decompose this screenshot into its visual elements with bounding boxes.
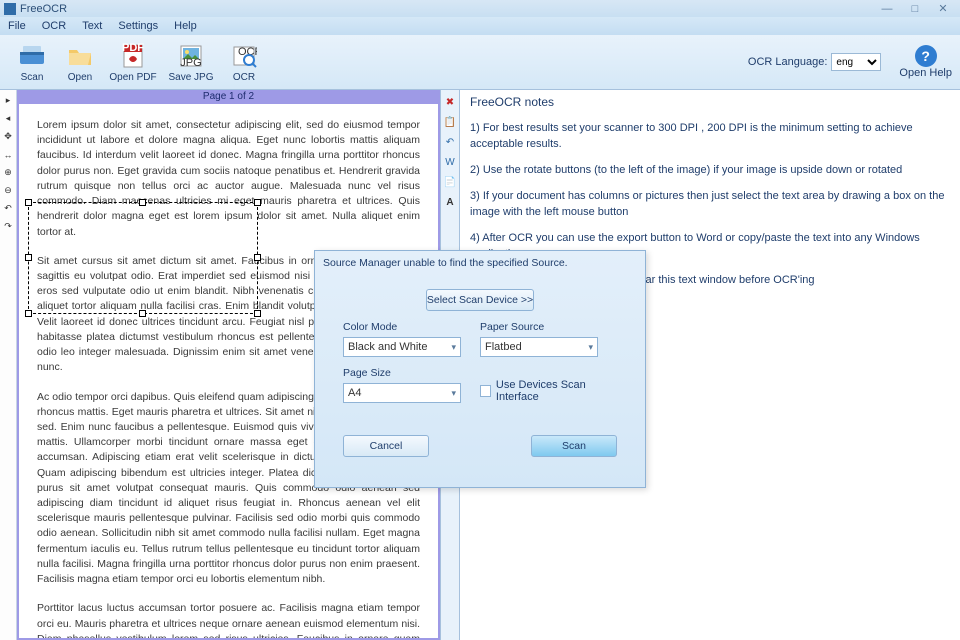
resize-icon[interactable]: ↔: [2, 148, 15, 161]
page-size-label: Page Size: [343, 367, 480, 379]
notes-title: FreeOCR notes: [470, 94, 950, 111]
dialog-error-text: Source Manager unable to find the specif…: [315, 251, 645, 275]
export-word-icon[interactable]: W: [442, 154, 458, 170]
font-icon[interactable]: A: [442, 194, 458, 210]
page-text: Porttitor lacus luctus accumsan tortor p…: [37, 601, 420, 638]
ocr-language-label: OCR Language:: [748, 56, 828, 68]
close-button[interactable]: ✕: [930, 2, 956, 16]
pdf-icon: PDF: [119, 42, 147, 70]
select-scan-device-button[interactable]: Select Scan Device >>: [426, 289, 534, 311]
checkbox-icon: [480, 385, 491, 397]
arrow-right-icon[interactable]: ▸: [2, 94, 15, 107]
color-mode-label: Color Mode: [343, 321, 480, 333]
ocr-button[interactable]: OCR OCR: [220, 37, 268, 87]
toolbar: Scan Open PDF Open PDF JPG Save JPG OCR …: [0, 35, 960, 90]
left-side-tools: ▸ ◂ ✥ ↔ ⊕ ⊖ ↶ ↷: [0, 90, 17, 640]
titlebar: FreeOCR — □ ✕: [0, 0, 960, 17]
scan-dialog: Source Manager unable to find the specif…: [314, 250, 646, 488]
selection-handle[interactable]: [254, 310, 261, 317]
open-button[interactable]: Open: [56, 37, 104, 87]
use-device-interface-checkbox[interactable]: Use Devices Scan Interface: [480, 379, 617, 403]
menu-file[interactable]: File: [8, 20, 26, 32]
rotate-left-icon[interactable]: ↶: [2, 202, 15, 215]
scan-confirm-button[interactable]: Scan: [531, 435, 617, 457]
selection-handle[interactable]: [25, 310, 32, 317]
open-pdf-button[interactable]: PDF Open PDF: [104, 37, 162, 87]
svg-text:PDF: PDF: [122, 43, 144, 54]
window-title: FreeOCR: [20, 3, 67, 15]
copy-icon[interactable]: 📋: [442, 114, 458, 130]
svg-text:JPG: JPG: [180, 57, 201, 68]
note-line: 3) If your document has columns or pictu…: [470, 189, 950, 221]
arrow-left-icon[interactable]: ◂: [2, 112, 15, 125]
selection-handle[interactable]: [254, 199, 261, 206]
export-rtf-icon[interactable]: 📄: [442, 174, 458, 190]
selection-handle[interactable]: [25, 199, 32, 206]
scan-button[interactable]: Scan: [8, 37, 56, 87]
note-line: 1) For best results set your scanner to …: [470, 121, 950, 153]
menu-help[interactable]: Help: [174, 20, 197, 32]
selection-handle[interactable]: [25, 254, 32, 261]
open-help-button[interactable]: ? Open Help: [899, 45, 952, 79]
ocr-icon: OCR: [230, 42, 258, 70]
help-icon: ?: [915, 45, 937, 67]
menu-text[interactable]: Text: [82, 20, 102, 32]
jpg-icon: JPG: [177, 42, 205, 70]
selection-handle[interactable]: [254, 254, 261, 261]
cancel-button[interactable]: Cancel: [343, 435, 429, 457]
menu-settings[interactable]: Settings: [118, 20, 158, 32]
maximize-button[interactable]: □: [902, 2, 928, 16]
rotate-right-icon[interactable]: ↷: [2, 220, 15, 233]
page-indicator: Page 1 of 2: [17, 90, 440, 104]
page-size-select[interactable]: A4: [343, 383, 461, 403]
selection-handle[interactable]: [139, 199, 146, 206]
folder-icon: [66, 42, 94, 70]
minimize-button[interactable]: —: [874, 2, 900, 16]
selection-handle[interactable]: [139, 310, 146, 317]
zoom-out-icon[interactable]: ⊖: [2, 184, 15, 197]
zoom-in-icon[interactable]: ⊕: [2, 166, 15, 179]
menubar: File OCR Text Settings Help: [0, 17, 960, 35]
note-line: 2) Use the rotate buttons (to the left o…: [470, 163, 950, 179]
scanner-icon: [18, 42, 46, 70]
paper-source-label: Paper Source: [480, 321, 617, 333]
ocr-language-group: OCR Language: eng: [748, 53, 882, 71]
menu-ocr[interactable]: OCR: [42, 20, 66, 32]
color-mode-select[interactable]: Black and White: [343, 337, 461, 357]
save-jpg-button[interactable]: JPG Save JPG: [162, 37, 220, 87]
ocr-language-select[interactable]: eng: [831, 53, 881, 71]
clear-text-icon[interactable]: ✖: [442, 94, 458, 110]
move-icon[interactable]: ✥: [2, 130, 15, 143]
paper-source-select[interactable]: Flatbed: [480, 337, 598, 357]
selection-box[interactable]: [28, 202, 258, 314]
undo-icon[interactable]: ↶: [442, 134, 458, 150]
app-icon: [4, 3, 16, 15]
